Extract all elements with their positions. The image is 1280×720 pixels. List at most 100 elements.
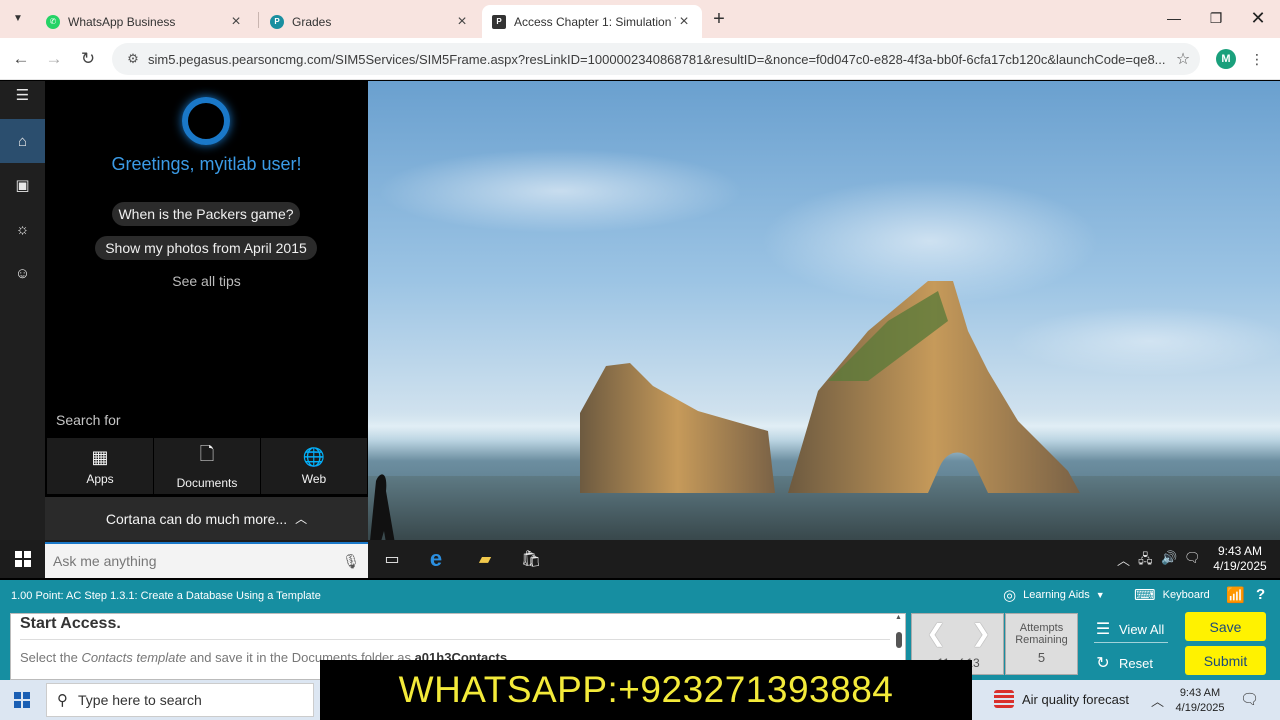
restore-button[interactable]: ❐: [1196, 6, 1236, 30]
windows-search-input[interactable]: [78, 692, 303, 708]
windows-clock[interactable]: 9:43 AM 4/19/2025: [1172, 686, 1228, 716]
notebook-icon[interactable]: ▣: [0, 163, 45, 207]
globe-icon: 🌐: [302, 446, 326, 467]
hamburger-menu-icon[interactable]: ☰: [0, 81, 45, 109]
see-all-tips-link[interactable]: See all tips: [45, 273, 368, 289]
view-all-label: View All: [1119, 621, 1165, 637]
reset-button[interactable]: ↻ Reset: [1095, 653, 1153, 673]
instruction-heading: Start Access.: [20, 615, 121, 632]
windows-logo-icon: [14, 551, 31, 567]
notification-center-icon[interactable]: 🗨: [1240, 690, 1259, 708]
start-menu-rail: ☰ ⌂ ▣ ☼ ☺: [0, 81, 45, 578]
reset-icon: ↻: [1096, 655, 1110, 672]
home-icon[interactable]: ⌂: [0, 119, 45, 163]
url-text[interactable]: sim5.pegasus.pearsoncmg.com/SIM5Services…: [148, 52, 1166, 67]
air-quality-icon: [994, 690, 1014, 708]
bookmark-star-icon[interactable]: ☆: [1166, 49, 1200, 69]
browser-tabstrip: ▼ ✆ WhatsApp Business × P Grades × P Acc…: [0, 0, 1280, 38]
cortana-search-box[interactable]: 🎙: [45, 542, 368, 578]
reload-button[interactable]: ↻: [77, 48, 99, 70]
simulated-desktop: ☰ ⌂ ▣ ☼ ☺ Greetings, myitlab user! When …: [0, 81, 1280, 578]
keyboard-button[interactable]: ⌨ Keyboard: [1134, 586, 1210, 604]
divider: [1094, 642, 1168, 643]
dropdown-arrow-icon: ▼: [1095, 590, 1105, 600]
view-all-button[interactable]: ☰ View All: [1095, 619, 1164, 639]
windows-search-box[interactable]: ⚲: [46, 683, 314, 717]
windows-date: 4/19/2025: [1175, 702, 1225, 714]
inner-clock[interactable]: 9:43 AM 4/19/2025: [1208, 544, 1272, 574]
tab-title: Grades: [292, 14, 332, 29]
search-category-apps[interactable]: ▦ Apps: [47, 438, 153, 494]
close-tab-icon[interactable]: ×: [454, 13, 470, 31]
search-category-documents[interactable]: 🗋 Documents: [154, 438, 260, 494]
volume-icon[interactable]: 🔊: [1161, 550, 1177, 566]
network-icon[interactable]: 🖧: [1138, 550, 1153, 572]
address-bar[interactable]: ⚙ sim5.pegasus.pearsoncmg.com/SIM5Servic…: [112, 43, 1200, 75]
weather-widget[interactable]: Air quality forecast: [994, 690, 1129, 708]
attempts-label: Attempts Remaining: [1015, 622, 1068, 646]
inner-date: 4/19/2025: [1213, 559, 1267, 573]
cortana-ring-icon: [182, 97, 230, 145]
cortana-greeting: Greetings, myitlab user!: [111, 154, 302, 174]
tab-access-simulation[interactable]: P Access Chapter 1: Simulation Tr ×: [482, 5, 702, 38]
tab-separator: [258, 12, 259, 28]
wifi-icon: 📶: [1226, 587, 1245, 604]
keyboard-label: Keyboard: [1162, 589, 1210, 601]
tab-title: Access Chapter 1: Simulation Tr: [514, 14, 676, 29]
minimize-button[interactable]: —: [1154, 6, 1194, 30]
tab-search-dropdown-icon[interactable]: ▼: [8, 8, 28, 28]
learning-aids-menu[interactable]: ◎ Learning Aids ▼: [1003, 586, 1105, 604]
close-window-button[interactable]: ✕: [1238, 6, 1278, 30]
next-step-button[interactable]: ❯: [965, 618, 997, 648]
previous-step-button[interactable]: ❮: [920, 618, 952, 648]
close-tab-icon[interactable]: ×: [228, 13, 244, 31]
notifications-icon[interactable]: 🗨: [1184, 550, 1201, 566]
simulated-taskbar: 🎙 ▭ e ▰ 🛍 ︿ 🖧 🔊 🗨 9:43 AM 4/19/2025: [0, 540, 1280, 578]
site-info-icon[interactable]: ⚙: [118, 51, 148, 67]
tab-whatsapp[interactable]: ✆ WhatsApp Business ×: [36, 5, 254, 38]
profile-avatar[interactable]: M: [1216, 49, 1236, 69]
document-icon: 🗋: [199, 444, 215, 464]
back-button[interactable]: ←: [10, 48, 32, 70]
apps-icon: ▦: [91, 446, 109, 467]
weather-label: Air quality forecast: [1022, 691, 1129, 707]
suggestion-photos[interactable]: Show my photos from April 2015: [95, 236, 317, 260]
cortana-more-button[interactable]: Cortana can do much more... ︿: [45, 497, 368, 540]
tab-grades[interactable]: P Grades ×: [260, 5, 480, 38]
feedback-icon[interactable]: ☺: [0, 251, 45, 295]
task-title: 1.00 Point: AC Step 1.3.1: Create a Data…: [11, 590, 321, 602]
windows-start-button[interactable]: [0, 540, 45, 578]
wallpaper-rocks: [368, 281, 1080, 578]
lifebuoy-icon: ◎: [1003, 587, 1017, 604]
instruction-scrollbar[interactable]: ▲: [895, 614, 903, 660]
tab-title: WhatsApp Business: [68, 14, 176, 29]
list-icon: ☰: [1095, 621, 1111, 638]
tray-chevron-icon[interactable]: ︿: [1117, 550, 1130, 569]
edge-browser-icon[interactable]: e: [421, 544, 451, 574]
close-tab-icon[interactable]: ×: [676, 13, 692, 31]
help-button[interactable]: ?: [1256, 586, 1265, 603]
scroll-up-icon[interactable]: ▲: [895, 614, 902, 621]
task-view-icon[interactable]: ▭: [377, 544, 407, 574]
whatsapp-banner: WHATSAPP:+923271393884: [320, 660, 972, 720]
pearson-p-icon: P: [492, 14, 506, 29]
lightbulb-icon[interactable]: ☼: [0, 207, 45, 251]
microphone-icon[interactable]: 🎙: [342, 553, 360, 570]
suggestion-packers[interactable]: When is the Packers game?: [112, 202, 300, 226]
save-button[interactable]: Save: [1185, 612, 1266, 641]
forward-button[interactable]: →: [43, 48, 65, 70]
ask-me-anything-input[interactable]: [53, 553, 343, 569]
windows-start-button[interactable]: [0, 680, 44, 720]
browser-menu-icon[interactable]: ⋮: [1250, 50, 1264, 68]
scroll-thumb[interactable]: [896, 632, 902, 648]
search-icon: ⚲: [57, 692, 68, 709]
search-category-web[interactable]: 🌐 Web: [261, 438, 367, 494]
submit-button[interactable]: Submit: [1185, 646, 1266, 675]
attempts-value: 5: [1037, 650, 1046, 665]
windows-logo-icon: [14, 692, 30, 708]
file-explorer-icon[interactable]: ▰: [470, 544, 500, 574]
tray-chevron-icon[interactable]: ︿: [1151, 691, 1164, 710]
new-tab-button[interactable]: +: [708, 8, 730, 30]
store-icon[interactable]: 🛍: [516, 544, 546, 574]
pearson-icon: P: [270, 14, 284, 29]
